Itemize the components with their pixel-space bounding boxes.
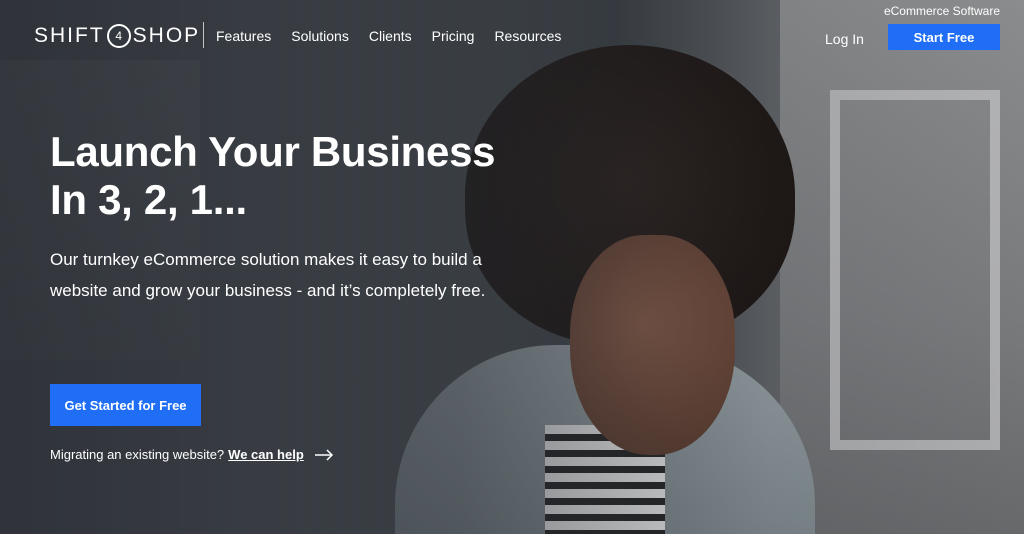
arrow-right-icon[interactable] <box>314 448 334 461</box>
hero-title-line-1: Launch Your Business <box>50 128 496 175</box>
nav-item-solutions[interactable]: Solutions <box>291 28 349 44</box>
logo-mark-icon: 4 <box>106 24 131 48</box>
logo-text-left: SHIFT <box>34 24 105 47</box>
nav-item-clients[interactable]: Clients <box>369 28 412 44</box>
login-link[interactable]: Log In <box>825 31 864 47</box>
nav-item-resources[interactable]: Resources <box>494 28 561 44</box>
nav-item-features[interactable]: Features <box>216 28 271 44</box>
hero-title: Launch Your Business In 3, 2, 1... <box>50 128 496 224</box>
header-divider <box>203 22 204 48</box>
we-can-help-link[interactable]: We can help <box>228 447 304 462</box>
hero-title-line-2: In 3, 2, 1... <box>50 176 247 223</box>
migrate-text: Migrating an existing website? <box>50 447 225 462</box>
brand-tagline: eCommerce Software <box>883 4 1000 18</box>
migrate-row: Migrating an existing website? We can he… <box>50 447 334 462</box>
main-nav: Features Solutions Clients Pricing Resou… <box>216 28 561 44</box>
logo-text-right: SHOP <box>132 24 201 47</box>
nav-item-pricing[interactable]: Pricing <box>432 28 475 44</box>
hero-lead: Our turnkey eCommerce solution makes it … <box>50 250 486 300</box>
get-started-button[interactable]: Get Started for Free <box>50 384 201 426</box>
start-free-button[interactable]: Start Free <box>888 24 1000 50</box>
brand-logo[interactable]: SHIFT 4 SHOP <box>34 22 200 50</box>
